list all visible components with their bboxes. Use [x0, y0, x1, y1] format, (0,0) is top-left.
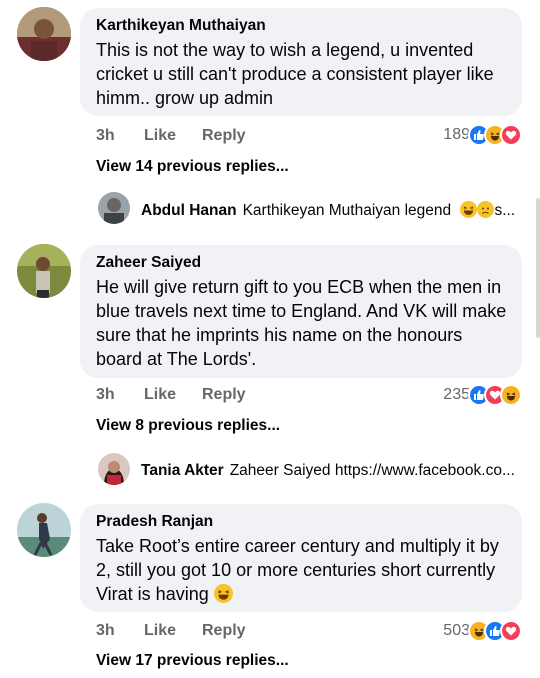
- comment-bubble: Karthikeyan Muthaiyan This is not the wa…: [80, 8, 522, 116]
- avatar[interactable]: [17, 7, 71, 61]
- reply-author[interactable]: Tania Akter: [141, 462, 224, 479]
- view-previous-replies[interactable]: View 17 previous replies...: [96, 652, 289, 670]
- reaction-count: 235: [443, 386, 470, 403]
- comment-text: Take Root’s entire career century and mu…: [96, 536, 499, 604]
- haha-icon: [500, 384, 522, 406]
- like-button[interactable]: Like: [144, 127, 202, 145]
- comment-time[interactable]: 3h: [96, 622, 144, 640]
- like-button[interactable]: Like: [144, 622, 202, 640]
- view-previous-replies[interactable]: View 8 previous replies...: [96, 417, 280, 435]
- comment-author[interactable]: Zaheer Saiyed: [96, 253, 508, 273]
- avatar[interactable]: [98, 192, 130, 224]
- reply-text: Zaheer Saiyed https://www.facebook.co...: [229, 462, 515, 479]
- laughing-emoji-icon: [213, 584, 233, 603]
- comment-bubble: Pradesh Ranjan Take Root’s entire career…: [80, 504, 522, 612]
- reply-button[interactable]: Reply: [202, 386, 246, 404]
- comment-time[interactable]: 3h: [96, 127, 144, 145]
- avatar[interactable]: [17, 244, 71, 298]
- comment-actions: 3h Like Reply: [96, 622, 246, 640]
- reaction-count: 503: [443, 622, 470, 639]
- love-icon: [500, 620, 522, 642]
- reaction-summary[interactable]: 503: [443, 620, 522, 642]
- reaction-summary[interactable]: 235: [443, 384, 522, 406]
- reply-text: Karthikeyan Muthaiyan legend: [242, 202, 452, 219]
- reply-button[interactable]: Reply: [202, 622, 246, 640]
- love-icon: [500, 124, 522, 146]
- comment-time[interactable]: 3h: [96, 386, 144, 404]
- comment-author[interactable]: Karthikeyan Muthaiyan: [96, 16, 508, 36]
- sad-emoji-icon: [477, 201, 495, 218]
- view-previous-replies[interactable]: View 14 previous replies...: [96, 158, 289, 176]
- laughing-emoji-icon: [460, 201, 478, 218]
- avatar[interactable]: [17, 503, 71, 557]
- reply-button[interactable]: Reply: [202, 127, 246, 145]
- comment-author[interactable]: Pradesh Ranjan: [96, 512, 508, 532]
- reaction-count: 189: [443, 126, 470, 143]
- comment-bubble: Zaheer Saiyed He will give return gift t…: [80, 245, 522, 378]
- reply-text-suffix: s...: [494, 202, 516, 219]
- comment-text: He will give return gift to you ECB when…: [96, 277, 507, 369]
- reaction-summary[interactable]: 189: [443, 124, 522, 146]
- scrollbar[interactable]: [536, 198, 540, 338]
- like-button[interactable]: Like: [144, 386, 202, 404]
- comment-text: This is not the way to wish a legend, u …: [96, 40, 494, 108]
- comment-actions: 3h Like Reply: [96, 127, 246, 145]
- reply-author[interactable]: Abdul Hanan: [141, 202, 237, 219]
- comment-actions: 3h Like Reply: [96, 386, 246, 404]
- avatar[interactable]: [98, 453, 130, 485]
